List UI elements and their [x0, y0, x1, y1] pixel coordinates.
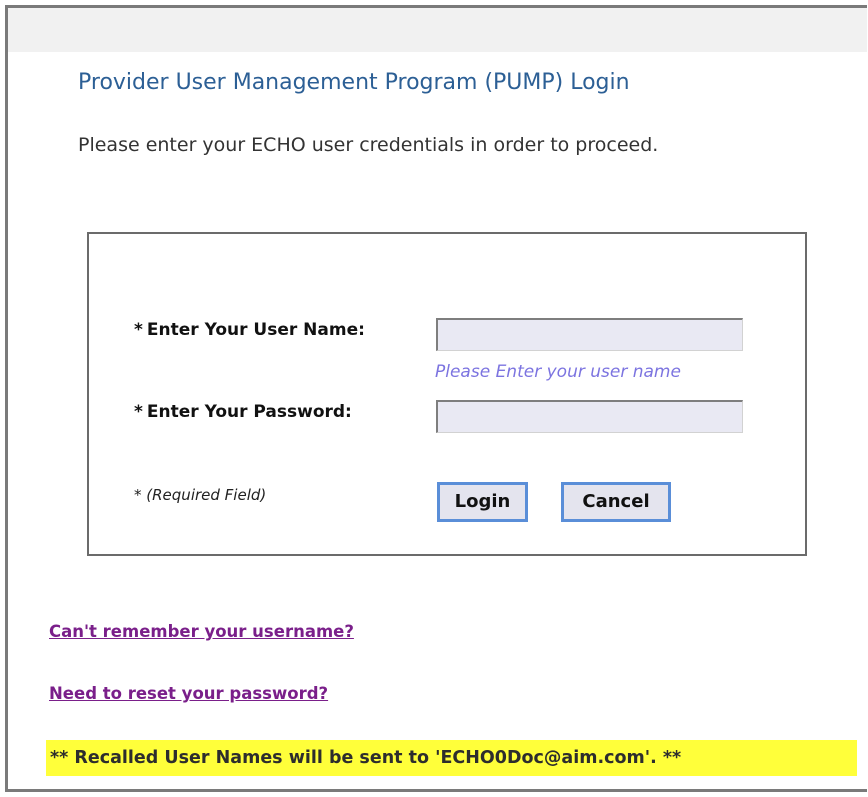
recall-notice: ** Recalled User Names will be sent to '…	[46, 740, 857, 776]
required-field-note: * (Required Field)	[134, 486, 266, 504]
required-marker: *	[134, 486, 142, 504]
password-label-text: Enter Your Password:	[146, 402, 352, 422]
top-bar	[8, 8, 867, 52]
required-marker: *	[134, 402, 143, 422]
forgot-username-link[interactable]: Can't remember your username?	[49, 622, 354, 641]
username-input[interactable]	[436, 318, 743, 351]
page-subtitle: Please enter your ECHO user credentials …	[78, 134, 659, 156]
username-hint: Please Enter your user name	[435, 362, 681, 382]
page-frame: Provider User Management Program (PUMP) …	[5, 5, 867, 792]
username-label-text: Enter Your User Name:	[146, 320, 365, 340]
reset-password-link[interactable]: Need to reset your password?	[49, 684, 328, 703]
required-marker: *	[134, 320, 143, 340]
password-label: * Enter Your Password:	[134, 402, 352, 422]
cancel-button[interactable]: Cancel	[561, 482, 671, 522]
required-field-text: (Required Field)	[146, 486, 267, 504]
login-button[interactable]: Login	[437, 482, 528, 522]
username-label: * Enter Your User Name:	[134, 320, 365, 340]
page-title: Provider User Management Program (PUMP) …	[78, 70, 630, 95]
login-panel: * Enter Your User Name: Please Enter your…	[87, 232, 807, 556]
password-input[interactable]	[436, 400, 743, 433]
